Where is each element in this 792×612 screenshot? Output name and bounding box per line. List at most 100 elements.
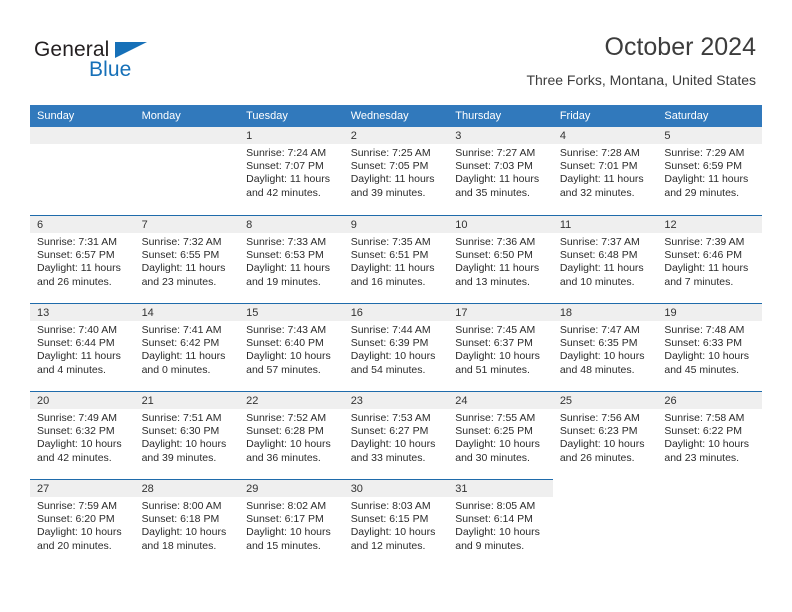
day-number: 27: [30, 480, 135, 497]
daylight-text-line2: and 51 minutes.: [455, 363, 530, 376]
calendar-day-cell[interactable]: 27 Sunrise: 7:59 AM Sunset: 6:20 PM Dayligh…: [30, 479, 135, 567]
calendar-empty-cell: [552, 479, 658, 567]
daylight-text-line1: Daylight: 11 hours: [350, 262, 435, 275]
day-details: Sunrise: 7:51 AM Sunset: 6:30 PM Daylight:…: [135, 409, 240, 465]
weekday-header-monday: Monday: [134, 105, 240, 127]
daylight-text-line2: and 29 minutes.: [664, 186, 740, 199]
day-number: 12: [657, 216, 762, 233]
calendar-day-cell[interactable]: 17 Sunrise: 7:45 AM Sunset: 6:37 PM Dayligh…: [448, 303, 553, 391]
day-details: Sunrise: 7:39 AM Sunset: 6:46 PM Daylight:…: [657, 233, 762, 289]
sunrise-text: Sunrise: 7:27 AM: [455, 147, 536, 159]
day-cell-inner: [657, 479, 762, 567]
day-number: 28: [134, 480, 240, 497]
calendar-day-cell[interactable]: 29 Sunrise: 8:02 AM Sunset: 6:17 PM Dayligh…: [239, 479, 344, 567]
daylight-text-line2: and 10 minutes.: [559, 275, 635, 288]
calendar-day-cell[interactable]: 1 Sunrise: 7:24 AM Sunset: 7:07 PM Daylight…: [239, 127, 344, 215]
sunset-text: Sunset: 6:46 PM: [664, 249, 743, 262]
sunrise-text: Sunrise: 7:33 AM: [246, 236, 327, 248]
page-header: General Blue October 2024 Three Forks, M…: [0, 0, 792, 100]
day-details: Sunrise: 7:24 AM Sunset: 7:07 PM Daylight:…: [239, 144, 344, 200]
calendar-day-cell[interactable]: 4 Sunrise: 7:28 AM Sunset: 7:01 PM Daylight…: [552, 127, 658, 215]
day-cell-inner: 7 Sunrise: 7:32 AM Sunset: 6:55 PM Daylight…: [134, 215, 240, 303]
calendar-day-cell[interactable]: 7 Sunrise: 7:32 AM Sunset: 6:55 PM Daylight…: [134, 215, 240, 303]
calendar-day-cell[interactable]: 8 Sunrise: 7:33 AM Sunset: 6:53 PM Daylight…: [239, 215, 344, 303]
daylight-text-line1: Daylight: 10 hours: [664, 350, 750, 363]
daylight-text-line2: and 20 minutes.: [37, 539, 112, 552]
calendar-day-cell[interactable]: 18 Sunrise: 7:47 AM Sunset: 6:35 PM Dayligh…: [552, 303, 658, 391]
daylight-text-line2: and 9 minutes.: [455, 539, 525, 552]
sunset-text: Sunset: 6:40 PM: [246, 337, 324, 350]
day-cell-inner: 10 Sunrise: 7:36 AM Sunset: 6:50 PM Dayligh…: [448, 215, 553, 303]
daylight-text-line1: Daylight: 10 hours: [246, 526, 331, 539]
calendar-day-cell[interactable]: 3 Sunrise: 7:27 AM Sunset: 7:03 PM Daylight…: [448, 127, 553, 215]
sunset-text: Sunset: 6:18 PM: [141, 513, 220, 526]
calendar-day-cell[interactable]: 21 Sunrise: 7:51 AM Sunset: 6:30 PM Dayligh…: [134, 391, 240, 479]
day-cell-inner: [553, 479, 658, 567]
calendar-day-cell[interactable]: 28 Sunrise: 8:00 AM Sunset: 6:18 PM Dayligh…: [134, 479, 240, 567]
sunset-text: Sunset: 6:33 PM: [664, 337, 743, 350]
calendar-grid: Sunday Monday Tuesday Wednesday Thursday…: [30, 105, 762, 567]
daylight-text-line2: and 23 minutes.: [664, 451, 740, 464]
calendar-header-row: Sunday Monday Tuesday Wednesday Thursday…: [30, 105, 762, 127]
day-number: 9: [343, 216, 449, 233]
calendar-day-cell[interactable]: 26 Sunrise: 7:58 AM Sunset: 6:22 PM Dayligh…: [657, 391, 762, 479]
day-cell-inner: 27 Sunrise: 7:59 AM Sunset: 6:20 PM Dayligh…: [30, 479, 135, 567]
day-cell-inner: [30, 127, 135, 215]
day-number: 8: [239, 216, 344, 233]
calendar-day-cell[interactable]: 11 Sunrise: 7:37 AM Sunset: 6:48 PM Dayligh…: [552, 215, 658, 303]
day-details: Sunrise: 7:40 AM Sunset: 6:44 PM Daylight:…: [30, 321, 135, 377]
day-cell-inner: 30 Sunrise: 8:03 AM Sunset: 6:15 PM Dayligh…: [343, 479, 449, 567]
calendar-day-cell[interactable]: 6 Sunrise: 7:31 AM Sunset: 6:57 PM Daylight…: [30, 215, 135, 303]
calendar-day-cell[interactable]: 12 Sunrise: 7:39 AM Sunset: 6:46 PM Dayligh…: [657, 215, 762, 303]
calendar-day-cell[interactable]: 13 Sunrise: 7:40 AM Sunset: 6:44 PM Dayligh…: [30, 303, 135, 391]
calendar-day-cell[interactable]: 9 Sunrise: 7:35 AM Sunset: 6:51 PM Daylight…: [343, 215, 449, 303]
calendar-day-cell[interactable]: 19 Sunrise: 7:48 AM Sunset: 6:33 PM Dayligh…: [657, 303, 762, 391]
daylight-text-line1: Daylight: 10 hours: [246, 350, 331, 363]
day-cell-inner: 3 Sunrise: 7:27 AM Sunset: 7:03 PM Daylight…: [448, 127, 553, 215]
calendar-day-cell[interactable]: 20 Sunrise: 7:49 AM Sunset: 6:32 PM Dayligh…: [30, 391, 135, 479]
calendar-day-cell[interactable]: 30 Sunrise: 8:03 AM Sunset: 6:15 PM Dayligh…: [343, 479, 449, 567]
day-number: 31: [448, 480, 553, 497]
day-cell-inner: 17 Sunrise: 7:45 AM Sunset: 6:37 PM Dayligh…: [448, 303, 553, 391]
calendar-day-cell[interactable]: 22 Sunrise: 7:52 AM Sunset: 6:28 PM Dayligh…: [239, 391, 344, 479]
calendar-day-cell[interactable]: 23 Sunrise: 7:53 AM Sunset: 6:27 PM Dayligh…: [343, 391, 449, 479]
calendar-day-cell[interactable]: 2 Sunrise: 7:25 AM Sunset: 7:05 PM Daylight…: [343, 127, 449, 215]
day-number: 18: [552, 304, 658, 321]
day-number: 22: [239, 392, 344, 409]
calendar-day-cell[interactable]: 25 Sunrise: 7:56 AM Sunset: 6:23 PM Dayligh…: [552, 391, 658, 479]
day-number: [657, 479, 762, 496]
day-cell-inner: 4 Sunrise: 7:28 AM Sunset: 7:01 PM Daylight…: [552, 127, 658, 215]
daylight-text-line2: and 26 minutes.: [559, 451, 635, 464]
daylight-text-line1: Daylight: 10 hours: [350, 350, 436, 363]
day-cell-inner: 18 Sunrise: 7:47 AM Sunset: 6:35 PM Dayligh…: [552, 303, 658, 391]
logo-general-blue[interactable]: General Blue: [34, 38, 234, 88]
sunrise-text: Sunrise: 7:44 AM: [350, 324, 431, 336]
day-number: 11: [552, 216, 658, 233]
calendar-day-cell[interactable]: 15 Sunrise: 7:43 AM Sunset: 6:40 PM Dayligh…: [239, 303, 344, 391]
day-cell-inner: 19 Sunrise: 7:48 AM Sunset: 6:33 PM Dayligh…: [657, 303, 762, 391]
daylight-text-line1: Daylight: 10 hours: [455, 350, 540, 363]
day-cell-inner: 20 Sunrise: 7:49 AM Sunset: 6:32 PM Dayligh…: [30, 391, 135, 479]
daylight-text-line2: and 33 minutes.: [350, 451, 426, 464]
calendar-day-cell[interactable]: 24 Sunrise: 7:55 AM Sunset: 6:25 PM Dayligh…: [448, 391, 553, 479]
day-cell-inner: 26 Sunrise: 7:58 AM Sunset: 6:22 PM Dayligh…: [657, 391, 762, 479]
daylight-text-line2: and 39 minutes.: [350, 186, 426, 199]
day-details: Sunrise: 7:35 AM Sunset: 6:51 PM Daylight:…: [344, 233, 449, 289]
daylight-text-line2: and 0 minutes.: [141, 363, 211, 376]
daylight-text-line1: Daylight: 11 hours: [141, 350, 226, 363]
calendar-day-cell[interactable]: 31 Sunrise: 8:05 AM Sunset: 6:14 PM Dayligh…: [448, 479, 553, 567]
day-details: Sunrise: 7:25 AM Sunset: 7:05 PM Daylight:…: [344, 144, 449, 200]
daylight-text-line2: and 45 minutes.: [664, 363, 740, 376]
sunset-text: Sunset: 6:25 PM: [455, 425, 533, 438]
calendar-empty-cell: [657, 479, 762, 567]
day-details: Sunrise: 7:56 AM Sunset: 6:23 PM Daylight:…: [553, 409, 658, 465]
calendar-day-cell[interactable]: 5 Sunrise: 7:29 AM Sunset: 6:59 PM Daylight…: [657, 127, 762, 215]
daylight-text-line2: and 16 minutes.: [350, 275, 426, 288]
calendar-day-cell[interactable]: 16 Sunrise: 7:44 AM Sunset: 6:39 PM Dayligh…: [343, 303, 449, 391]
calendar-day-cell[interactable]: 14 Sunrise: 7:41 AM Sunset: 6:42 PM Dayligh…: [134, 303, 240, 391]
calendar-day-cell[interactable]: 10 Sunrise: 7:36 AM Sunset: 6:50 PM Dayligh…: [448, 215, 553, 303]
day-cell-inner: 31 Sunrise: 8:05 AM Sunset: 6:14 PM Dayligh…: [448, 479, 553, 567]
sunset-text: Sunset: 6:15 PM: [350, 513, 429, 526]
page-title: October 2024: [604, 33, 757, 61]
daylight-text-line1: Daylight: 11 hours: [350, 173, 435, 186]
